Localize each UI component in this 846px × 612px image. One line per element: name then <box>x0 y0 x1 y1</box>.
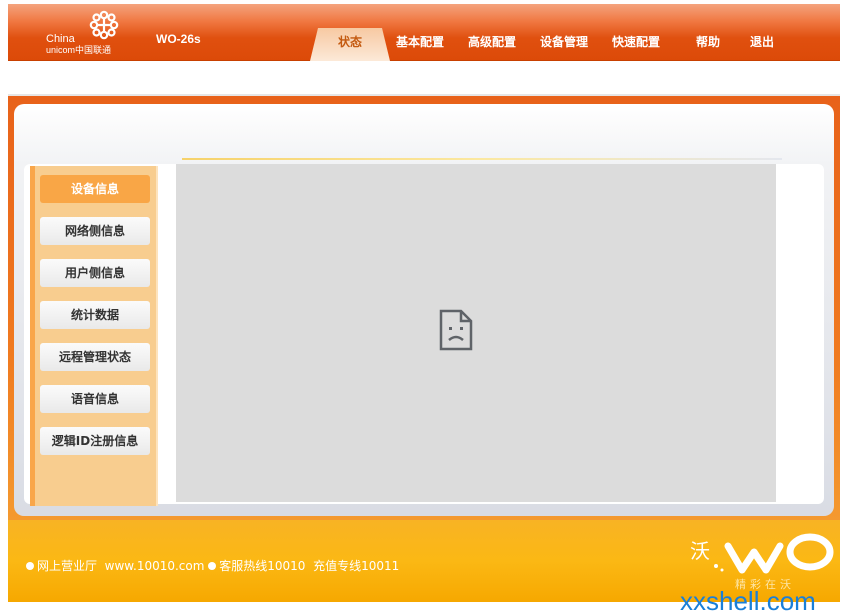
main-nav: 状态 基本配置 高级配置 设备管理 快速配置 帮助 退出 <box>8 4 840 61</box>
nav-tab-status-label: 状态 <box>337 35 362 49</box>
sidebar-item-remote-management[interactable]: 远程管理状态 <box>40 343 150 371</box>
footer-links: 网上营业厅 www.10010.com 客服热线10010 充值专线10011 <box>26 557 399 574</box>
nav-tab-logout[interactable]: 退出 <box>750 33 774 50</box>
nav-tab-status[interactable]: 状态 <box>310 28 390 61</box>
nav-tab-basic-config[interactable]: 基本配置 <box>396 33 444 50</box>
title-underline <box>182 158 782 160</box>
footer-website-link[interactable]: www.10010.com <box>105 559 205 573</box>
sidebar-item-statistics[interactable]: 统计数据 <box>40 301 150 329</box>
footer-online-hall: 网上营业厅 <box>37 559 98 573</box>
wo-logo: 沃 <box>688 528 838 582</box>
wo-char: 沃 <box>690 539 710 563</box>
sidebar-item-device-info[interactable]: 设备信息 <box>40 175 150 203</box>
footer-recharge-line: 充值专线10011 <box>313 559 400 573</box>
wo-brand-icon: 沃 <box>690 533 834 574</box>
nav-tab-advanced-config[interactable]: 高级配置 <box>468 33 516 50</box>
sidebar-item-user-info[interactable]: 用户侧信息 <box>40 259 150 287</box>
broken-page-icon <box>439 309 473 351</box>
footer-hotline: 客服热线10010 <box>219 559 306 573</box>
sidebar-item-voice-info[interactable]: 语音信息 <box>40 385 150 413</box>
nav-tab-device-management[interactable]: 设备管理 <box>540 33 588 50</box>
nav-tab-quick-config[interactable]: 快速配置 <box>612 33 660 50</box>
sidebar-item-logical-id[interactable]: 逻辑ID注册信息 <box>40 427 150 455</box>
top-header: China unicom中国联通 WO-26s 状态 基本配置 高级配置 设备管… <box>8 4 840 61</box>
bullet-icon <box>26 562 34 570</box>
bullet-icon <box>208 562 217 570</box>
sidebar: 设备信息 网络侧信息 用户侧信息 统计数据 远程管理状态 语音信息 逻辑ID注册… <box>30 166 158 506</box>
nav-tab-help[interactable]: 帮助 <box>696 33 720 50</box>
watermark-text: xxshell.com <box>680 586 816 612</box>
content-iframe <box>176 164 776 502</box>
sidebar-item-network-info[interactable]: 网络侧信息 <box>40 217 150 245</box>
